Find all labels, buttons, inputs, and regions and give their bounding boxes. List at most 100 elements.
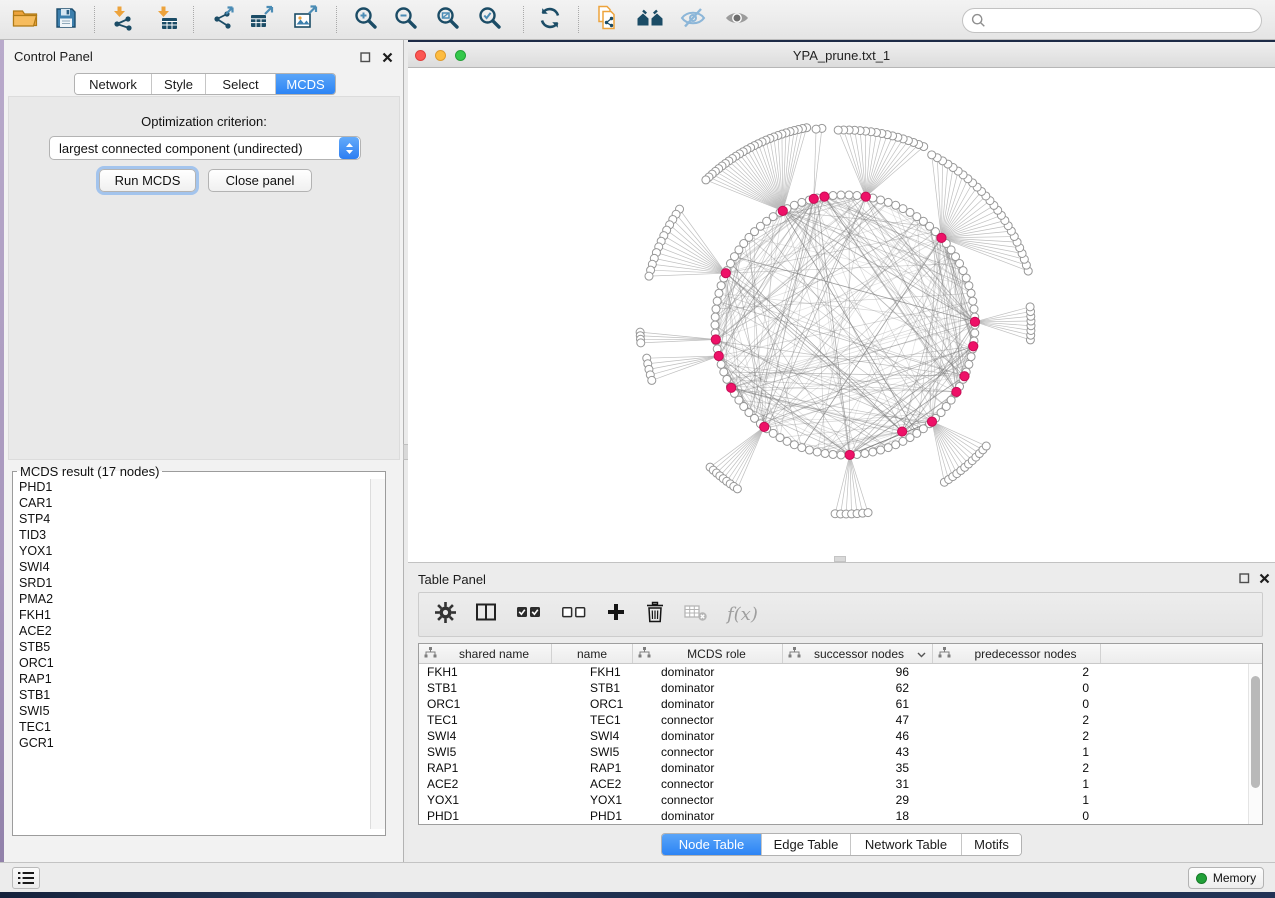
table-cell[interactable]: FKH1: [419, 664, 552, 680]
table-row[interactable]: RAP1RAP1dominator352: [419, 760, 1262, 776]
graph-node[interactable]: [717, 282, 725, 290]
table-cell[interactable]: 0: [933, 696, 1101, 712]
tab-node-table[interactable]: Node Table: [662, 834, 761, 855]
graph-node[interactable]: [1026, 303, 1034, 311]
graph-node[interactable]: [861, 449, 869, 457]
table-cell[interactable]: 31: [783, 776, 933, 792]
tab-mcds[interactable]: MCDS: [275, 74, 335, 94]
tab-motifs[interactable]: Motifs: [961, 834, 1021, 855]
export-table-button[interactable]: [245, 3, 279, 37]
result-list-scrollbar[interactable]: [370, 479, 385, 829]
table-cell[interactable]: 1: [933, 792, 1101, 808]
close-table-panel-icon[interactable]: [1257, 571, 1271, 585]
table-scrollbar[interactable]: [1248, 664, 1262, 824]
graph-node[interactable]: [869, 448, 877, 456]
table-cell[interactable]: SWI4: [552, 728, 633, 744]
tab-network[interactable]: Network: [75, 74, 151, 94]
table-cell[interactable]: dominator: [633, 808, 783, 824]
tab-network-table[interactable]: Network Table: [850, 834, 961, 855]
search-box[interactable]: [962, 8, 1262, 33]
result-list-item[interactable]: YOX1: [13, 543, 371, 559]
mcds-result-list[interactable]: PHD1CAR1STP4TID3YOX1SWI4SRD1PMA2FKH1ACE2…: [13, 479, 371, 829]
table-cell[interactable]: dominator: [633, 696, 783, 712]
graph-node[interactable]: [711, 313, 719, 321]
network-canvas[interactable]: [408, 68, 1275, 562]
tab-select[interactable]: Select: [205, 74, 275, 94]
result-list-item[interactable]: ORC1: [13, 655, 371, 671]
table-cell[interactable]: ACE2: [552, 776, 633, 792]
result-list-item[interactable]: GCR1: [13, 735, 371, 751]
table-cell[interactable]: SWI4: [419, 728, 552, 744]
table-cell[interactable]: connector: [633, 792, 783, 808]
dominator-node[interactable]: [820, 192, 829, 201]
result-list-item[interactable]: SWI4: [13, 559, 371, 575]
tab-style[interactable]: Style: [151, 74, 205, 94]
table-cell[interactable]: connector: [633, 776, 783, 792]
dominator-node[interactable]: [721, 269, 730, 278]
dominator-node[interactable]: [809, 194, 818, 203]
table-row[interactable]: FKH1FKH1dominator962: [419, 664, 1262, 680]
toggle-columns-button[interactable]: [475, 602, 497, 627]
table-cell[interactable]: STB1: [552, 680, 633, 696]
graph-node[interactable]: [899, 205, 907, 213]
graph-node[interactable]: [892, 441, 900, 449]
table-cell[interactable]: 2: [933, 760, 1101, 776]
result-list-item[interactable]: STP4: [13, 511, 371, 527]
column-header-name[interactable]: name: [552, 644, 633, 663]
graph-node[interactable]: [648, 376, 656, 384]
result-list-item[interactable]: SRD1: [13, 575, 371, 591]
table-cell[interactable]: YOX1: [419, 792, 552, 808]
table-cell[interactable]: 43: [783, 744, 933, 760]
search-input[interactable]: [986, 11, 1261, 31]
graph-node[interactable]: [720, 368, 728, 376]
tab-edge-table[interactable]: Edge Table: [761, 834, 850, 855]
graph-node[interactable]: [982, 442, 990, 450]
dominator-node[interactable]: [760, 422, 769, 431]
graph-node[interactable]: [877, 446, 885, 454]
graph-node[interactable]: [798, 444, 806, 452]
show-graphics-details-button[interactable]: [720, 3, 754, 37]
graph-node[interactable]: [837, 191, 845, 199]
float-panel-icon[interactable]: [358, 50, 372, 64]
table-cell[interactable]: 0: [933, 680, 1101, 696]
graph-node[interactable]: [845, 191, 853, 199]
table-row[interactable]: ORC1ORC1dominator610: [419, 696, 1262, 712]
zoom-out-button[interactable]: [389, 3, 423, 37]
result-list-item[interactable]: CAR1: [13, 495, 371, 511]
graph-node[interactable]: [884, 444, 892, 452]
graph-node[interactable]: [645, 272, 653, 280]
dominator-node[interactable]: [937, 233, 946, 242]
graph-node[interactable]: [837, 451, 845, 459]
graph-node[interactable]: [967, 353, 975, 361]
graph-node[interactable]: [783, 437, 791, 445]
dominator-node[interactable]: [898, 427, 907, 436]
graph-node[interactable]: [637, 339, 645, 347]
export-image-button[interactable]: [289, 3, 323, 37]
table-row[interactable]: STB1STB1dominator620: [419, 680, 1262, 696]
table-cell[interactable]: ORC1: [552, 696, 633, 712]
result-list-item[interactable]: SWI5: [13, 703, 371, 719]
table-cell[interactable]: YOX1: [552, 792, 633, 808]
table-cell[interactable]: PHD1: [419, 808, 552, 824]
table-cell[interactable]: dominator: [633, 680, 783, 696]
result-list-item[interactable]: TEC1: [13, 719, 371, 735]
run-mcds-button[interactable]: Run MCDS: [99, 169, 196, 192]
table-cell[interactable]: TEC1: [552, 712, 633, 728]
table-row[interactable]: PHD1PHD1dominator180: [419, 808, 1262, 824]
table-cell[interactable]: 18: [783, 808, 933, 824]
table-cell[interactable]: SWI5: [419, 744, 552, 760]
table-cell[interactable]: 1: [933, 776, 1101, 792]
dominator-node[interactable]: [952, 387, 961, 396]
table-cell[interactable]: STB1: [419, 680, 552, 696]
table-cell[interactable]: ACE2: [419, 776, 552, 792]
graph-node[interactable]: [798, 198, 806, 206]
graph-node[interactable]: [965, 282, 973, 290]
result-list-item[interactable]: PMA2: [13, 591, 371, 607]
graph-node[interactable]: [821, 449, 829, 457]
table-cell[interactable]: FKH1: [552, 664, 633, 680]
zoom-in-button[interactable]: [349, 3, 383, 37]
result-list-item[interactable]: STB1: [13, 687, 371, 703]
float-table-panel-icon[interactable]: [1237, 571, 1251, 585]
graph-node[interactable]: [962, 274, 970, 282]
table-cell[interactable]: 35: [783, 760, 933, 776]
